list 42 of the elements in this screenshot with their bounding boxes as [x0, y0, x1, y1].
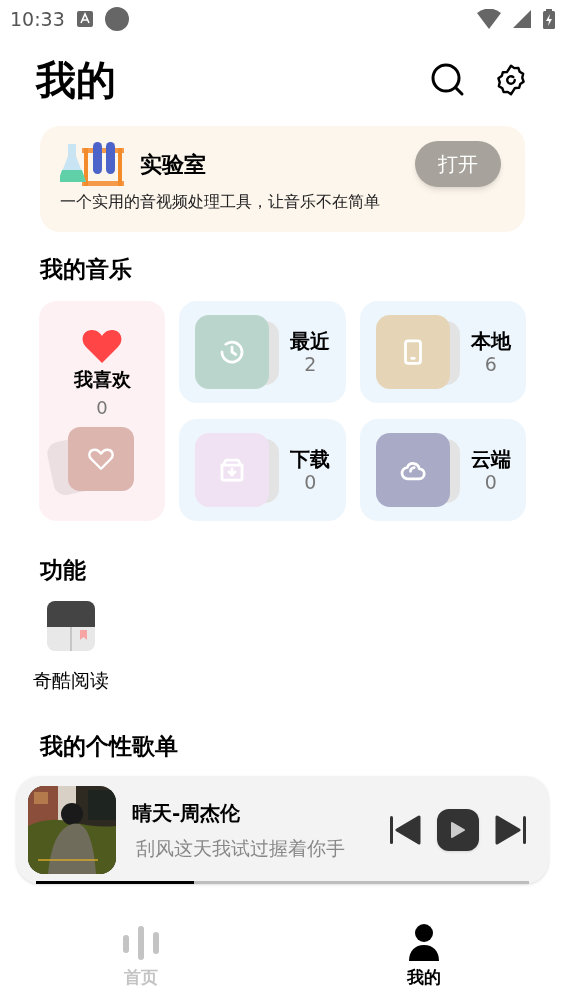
keyboard-notification-icon [76, 11, 93, 27]
category-count: 0 [304, 472, 317, 492]
play-icon [450, 821, 466, 839]
next-icon[interactable] [493, 815, 527, 845]
favorite-card[interactable]: 我喜欢 0 [39, 301, 165, 521]
progress-track[interactable] [36, 881, 529, 884]
category-count: 6 [484, 354, 497, 374]
music-category-card[interactable]: 云端 0 [359, 419, 526, 521]
status-time: 10:33 [10, 6, 65, 32]
favorite-label: 我喜欢 [73, 367, 131, 392]
category-label: 云端 [470, 448, 511, 469]
play-button[interactable] [437, 809, 479, 851]
category-count: 2 [304, 354, 317, 374]
favorite-count: 0 [96, 395, 108, 420]
feature-label: 奇酷阅读 [33, 668, 109, 693]
battery-icon [543, 9, 555, 29]
music-category-card[interactable]: 最近 2 [179, 301, 346, 403]
section-heading: 我的音乐 [40, 258, 133, 281]
lab-description: 一个实用的音视频处理工具，让音乐不在简单 [60, 191, 381, 213]
lyric-line: 刮风这天我试过握着你手 [136, 835, 346, 861]
test-tubes-icon [60, 140, 126, 188]
wifi-icon [477, 9, 501, 29]
section-heading: 功能 [40, 559, 87, 582]
category-label: 下载 [290, 448, 331, 469]
category-count: 0 [484, 472, 497, 492]
music-category-card[interactable]: 本地 6 [359, 301, 526, 403]
category-label: 本地 [470, 330, 511, 351]
person-icon [406, 923, 441, 964]
music-category-card[interactable]: 下载 0 [179, 419, 346, 521]
lab-title: 实验室 [140, 150, 207, 179]
page-title: 我的 [36, 60, 117, 100]
nav-tab[interactable]: 我的 [282, 910, 565, 1004]
circle-notification-icon [104, 7, 129, 31]
song-title: 晴天-周杰伦 [132, 799, 242, 827]
heart-icon [82, 329, 122, 363]
cell-signal-icon [513, 10, 531, 28]
section-heading: 我的个性歌单 [40, 734, 179, 758]
search-icon[interactable] [431, 63, 465, 97]
previous-icon[interactable] [389, 815, 423, 845]
mini-player[interactable]: 晴天-周杰伦 刮风这天我试过握着你手 [16, 776, 549, 884]
category-label: 最近 [290, 330, 331, 351]
heart-outline-icon [88, 446, 114, 471]
